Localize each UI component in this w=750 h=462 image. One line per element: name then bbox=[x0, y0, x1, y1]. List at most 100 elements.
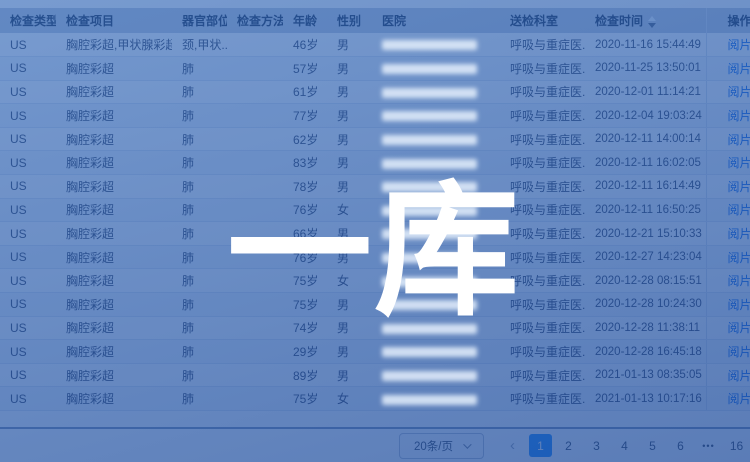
view-image-link[interactable]: 阅片 bbox=[728, 298, 750, 312]
cell-time: 2020-12-11 14:00:14 bbox=[585, 127, 706, 151]
table-row: US胸腔彩超肺83岁男呼吸与重症医...2020-12-11 16:02:05阅… bbox=[0, 151, 750, 175]
cell-age: 74岁 bbox=[283, 316, 327, 340]
page-button-3[interactable]: 3 bbox=[585, 434, 608, 457]
table-row: US胸腔彩超肺62岁男呼吸与重症医...2020-12-11 14:00:14阅… bbox=[0, 127, 750, 151]
table-row: US胸腔彩超肺74岁男呼吸与重症医...2020-12-28 11:38:11阅… bbox=[0, 316, 750, 340]
redacted-hospital-name bbox=[382, 347, 477, 357]
view-image-link[interactable]: 阅片 bbox=[728, 109, 750, 123]
cell-type: US bbox=[0, 127, 56, 151]
cell-age: 76岁 bbox=[283, 245, 327, 269]
page-button-4[interactable]: 4 bbox=[613, 434, 636, 457]
cell-time: 2020-12-27 14:23:04 bbox=[585, 245, 706, 269]
redacted-hospital-name bbox=[382, 111, 477, 121]
cell-hospital bbox=[372, 387, 500, 411]
cell-action: 阅片 bbox=[706, 269, 750, 293]
cell-dept: 呼吸与重症医... bbox=[500, 340, 585, 364]
cell-method bbox=[227, 363, 283, 387]
cell-action: 阅片 bbox=[706, 198, 750, 222]
view-image-link[interactable]: 阅片 bbox=[728, 392, 750, 406]
cell-gender: 男 bbox=[327, 127, 372, 151]
table-header-row: 检查类型 检查项目 器官部位 检查方法 年龄 性别 医院 送检科室 检查时间 操… bbox=[0, 8, 750, 33]
cell-age: 75岁 bbox=[283, 387, 327, 411]
redacted-hospital-name bbox=[382, 277, 477, 287]
cell-action: 阅片 bbox=[706, 245, 750, 269]
view-image-link[interactable]: 阅片 bbox=[728, 62, 750, 76]
view-image-link[interactable]: 阅片 bbox=[728, 180, 750, 194]
cell-type: US bbox=[0, 198, 56, 222]
redacted-hospital-name bbox=[382, 135, 477, 145]
cell-item: 胸腔彩超 bbox=[56, 104, 172, 128]
cell-dept: 呼吸与重症医... bbox=[500, 316, 585, 340]
cell-action: 阅片 bbox=[706, 222, 750, 246]
cell-dept: 呼吸与重症医... bbox=[500, 33, 585, 57]
view-image-link[interactable]: 阅片 bbox=[728, 203, 750, 217]
last-page-button[interactable]: 16 bbox=[725, 434, 748, 457]
view-image-link[interactable]: 阅片 bbox=[728, 227, 750, 241]
cell-organ: 肺 bbox=[172, 80, 227, 104]
cell-time: 2020-12-28 08:15:51 bbox=[585, 269, 706, 293]
cell-hospital bbox=[372, 33, 500, 57]
cell-type: US bbox=[0, 245, 56, 269]
cell-dept: 呼吸与重症医... bbox=[500, 80, 585, 104]
cell-organ: 肺 bbox=[172, 245, 227, 269]
sort-caret-up-icon[interactable] bbox=[648, 16, 656, 21]
cell-item: 胸腔彩超 bbox=[56, 127, 172, 151]
cell-type: US bbox=[0, 363, 56, 387]
cell-gender: 男 bbox=[327, 175, 372, 199]
view-image-link[interactable]: 阅片 bbox=[728, 85, 750, 99]
cell-item: 胸腔彩超 bbox=[56, 245, 172, 269]
header-cell-organ: 器官部位 bbox=[172, 8, 227, 33]
table-row: US胸腔彩超肺89岁男呼吸与重症医...2021-01-13 08:35:05阅… bbox=[0, 363, 750, 387]
cell-method bbox=[227, 269, 283, 293]
table-body: US胸腔彩超,甲状腺彩超颈,甲状...46岁男呼吸与重症医...2020-11-… bbox=[0, 33, 750, 411]
view-image-link[interactable]: 阅片 bbox=[728, 156, 750, 170]
cell-gender: 男 bbox=[327, 293, 372, 317]
header-cell-exam-type: 检查类型 bbox=[0, 8, 56, 33]
cell-method bbox=[227, 175, 283, 199]
sort-caret-down-icon[interactable] bbox=[648, 23, 656, 28]
header-label-action: 操作 bbox=[728, 14, 750, 28]
cell-gender: 男 bbox=[327, 316, 372, 340]
cell-action: 阅片 bbox=[706, 80, 750, 104]
cell-gender: 女 bbox=[327, 198, 372, 222]
cell-gender: 男 bbox=[327, 340, 372, 364]
view-image-link[interactable]: 阅片 bbox=[728, 321, 750, 335]
prev-page-button[interactable]: ‹ bbox=[501, 434, 524, 457]
cell-organ: 肺 bbox=[172, 151, 227, 175]
cell-item: 胸腔彩超 bbox=[56, 175, 172, 199]
header-cell-exam-item: 检查项目 bbox=[56, 8, 172, 33]
table-row: US胸腔彩超肺76岁男呼吸与重症医...2020-12-27 14:23:04阅… bbox=[0, 245, 750, 269]
view-image-link[interactable]: 阅片 bbox=[728, 345, 750, 359]
table-row: US胸腔彩超肺29岁男呼吸与重症医...2020-12-28 16:45:18阅… bbox=[0, 340, 750, 364]
cell-item: 胸腔彩超 bbox=[56, 198, 172, 222]
more-pages-button[interactable]: ••• bbox=[697, 434, 720, 457]
page-button-2[interactable]: 2 bbox=[557, 434, 580, 457]
page-button-6[interactable]: 6 bbox=[669, 434, 692, 457]
header-cell-dept: 送检科室 bbox=[500, 8, 585, 33]
view-image-link[interactable]: 阅片 bbox=[728, 274, 750, 288]
cell-hospital bbox=[372, 104, 500, 128]
table-row: US胸腔彩超,甲状腺彩超颈,甲状...46岁男呼吸与重症医...2020-11-… bbox=[0, 33, 750, 57]
cell-item: 胸腔彩超 bbox=[56, 387, 172, 411]
view-image-link[interactable]: 阅片 bbox=[728, 133, 750, 147]
cell-hospital bbox=[372, 151, 500, 175]
page-size-select[interactable]: 20条/页 bbox=[399, 433, 484, 459]
cell-dept: 呼吸与重症医... bbox=[500, 127, 585, 151]
cell-hospital bbox=[372, 175, 500, 199]
cell-time: 2020-12-28 16:45:18 bbox=[585, 340, 706, 364]
page-button-5[interactable]: 5 bbox=[641, 434, 664, 457]
view-image-link[interactable]: 阅片 bbox=[728, 251, 750, 265]
page-button-1[interactable]: 1 bbox=[529, 434, 552, 457]
sort-carets[interactable] bbox=[648, 16, 656, 28]
cell-time: 2020-11-16 15:44:49 bbox=[585, 33, 706, 57]
header-cell-exam-time[interactable]: 检查时间 bbox=[585, 8, 706, 33]
cell-method bbox=[227, 198, 283, 222]
cell-type: US bbox=[0, 293, 56, 317]
cell-action: 阅片 bbox=[706, 151, 750, 175]
view-image-link[interactable]: 阅片 bbox=[728, 369, 750, 383]
view-image-link[interactable]: 阅片 bbox=[728, 38, 750, 52]
page-size-value: 20条/页 bbox=[414, 438, 453, 454]
cell-age: 62岁 bbox=[283, 127, 327, 151]
cell-type: US bbox=[0, 57, 56, 81]
cell-action: 阅片 bbox=[706, 127, 750, 151]
